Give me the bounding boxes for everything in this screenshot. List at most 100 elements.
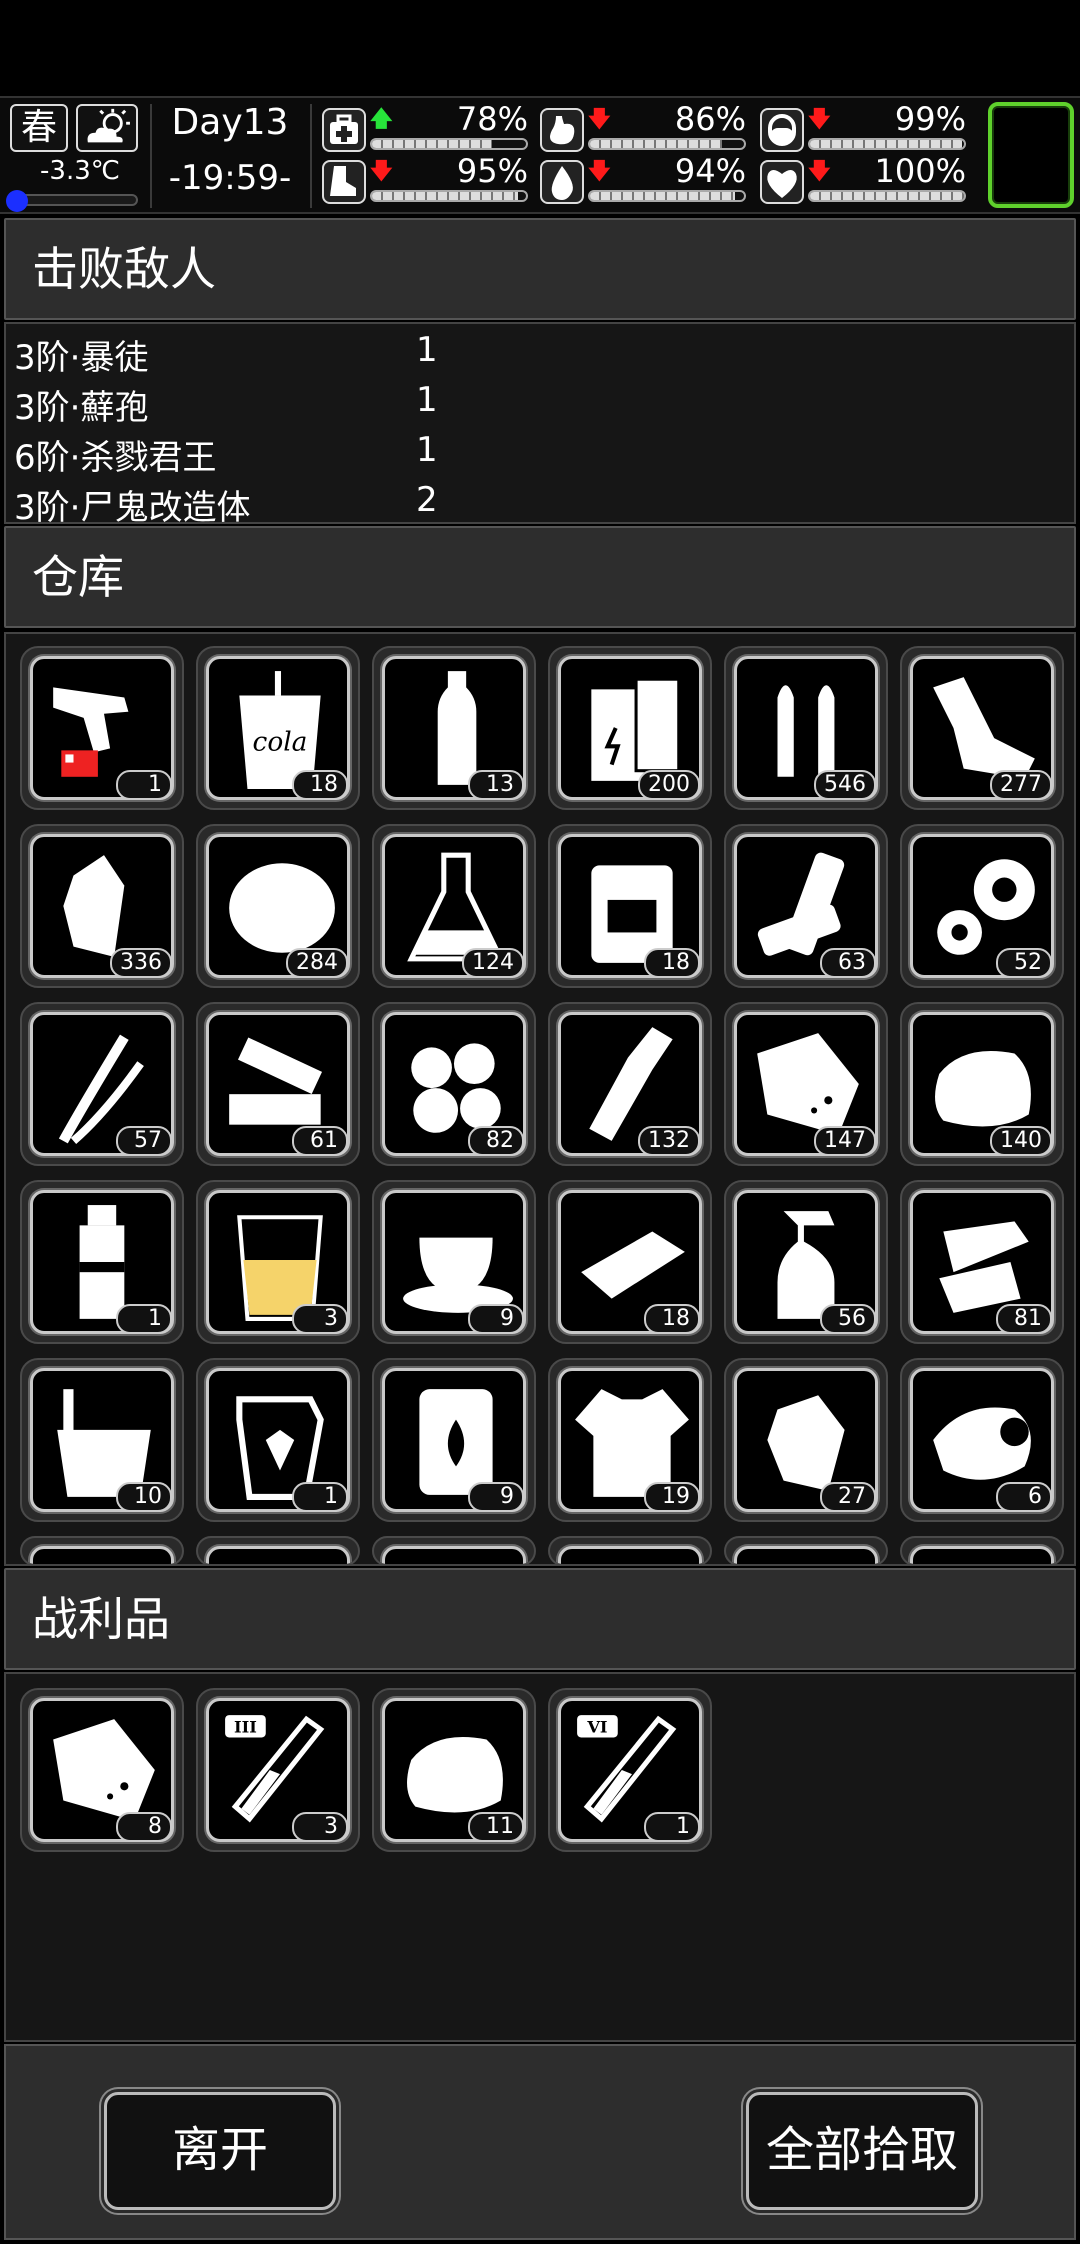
item-count: 546 bbox=[814, 770, 876, 800]
enemy-row: 3阶·尸鬼改造体 2 bbox=[14, 480, 614, 530]
stat-bar bbox=[588, 190, 746, 202]
warehouse-item-slot[interactable]: 1 bbox=[20, 646, 184, 810]
warehouse-item-slot[interactable]: 52 bbox=[900, 824, 1064, 988]
enemy-name: 6阶·杀戮君王 bbox=[14, 438, 217, 478]
warehouse-item-slot[interactable]: 13 bbox=[372, 646, 536, 810]
medkit-icon bbox=[322, 108, 366, 152]
warehouse-item-slot-hidden[interactable] bbox=[900, 1536, 1064, 1564]
item-count: 1 bbox=[116, 1304, 172, 1334]
enemy-row: 3阶·暴徒 1 bbox=[14, 330, 614, 380]
stat-bar bbox=[588, 138, 746, 150]
warehouse-item-slot[interactable]: 124 bbox=[372, 824, 536, 988]
warehouse-item-slot-hidden[interactable] bbox=[196, 1536, 360, 1564]
warehouse-item-slot[interactable]: 57 bbox=[20, 1002, 184, 1166]
trend-down-icon: 🡇 bbox=[808, 107, 831, 132]
warehouse-item-slot[interactable]: 56 bbox=[724, 1180, 888, 1344]
loot-item-slot[interactable]: III 3 bbox=[196, 1688, 360, 1852]
warehouse-item-slot[interactable]: 63 bbox=[724, 824, 888, 988]
enemy-count: 1 bbox=[416, 380, 438, 420]
item-frame bbox=[206, 1546, 350, 1564]
loot-item-slot[interactable]: 8 bbox=[20, 1688, 184, 1852]
warehouse-item-slot[interactable]: 277 bbox=[900, 646, 1064, 810]
svg-text:VI: VI bbox=[586, 1717, 607, 1736]
trend-down-icon: 🡇 bbox=[588, 107, 611, 132]
stat-bar bbox=[808, 138, 966, 150]
item-count: 9 bbox=[468, 1304, 524, 1334]
warehouse-item-slot-hidden[interactable] bbox=[724, 1536, 888, 1564]
loot-panel: 8 III 3 11 VI 1 bbox=[4, 1672, 1076, 2042]
warehouse-item-slot[interactable]: 147 bbox=[724, 1002, 888, 1166]
stat-value: 86% bbox=[674, 100, 746, 138]
item-count: 10 bbox=[116, 1482, 172, 1512]
divider bbox=[310, 104, 312, 208]
warehouse-item-slot[interactable]: cola 18 bbox=[196, 646, 360, 810]
item-count: 132 bbox=[638, 1126, 700, 1156]
stat-bar bbox=[370, 190, 528, 202]
item-count: 18 bbox=[644, 948, 700, 978]
warehouse-item-slot[interactable]: 81 bbox=[900, 1180, 1064, 1344]
warehouse-item-slot-hidden[interactable] bbox=[372, 1536, 536, 1564]
warehouse-item-slot[interactable]: 82 bbox=[372, 1002, 536, 1166]
stat-heart: 🡇 100% bbox=[760, 152, 974, 208]
item-count: 11 bbox=[468, 1812, 524, 1842]
item-count: 3 bbox=[292, 1304, 348, 1334]
trend-down-icon: 🡇 bbox=[808, 159, 831, 184]
warehouse-item-slot[interactable]: 336 bbox=[20, 824, 184, 988]
warehouse-item-slot[interactable]: 19 bbox=[548, 1358, 712, 1522]
warehouse-item-slot[interactable]: 9 bbox=[372, 1180, 536, 1344]
warehouse-item-slot[interactable]: 1 bbox=[20, 1180, 184, 1344]
item-count: 284 bbox=[286, 948, 348, 978]
item-count: 52 bbox=[996, 948, 1052, 978]
warehouse-item-slot[interactable]: 9 bbox=[372, 1358, 536, 1522]
warehouse-item-slot-hidden[interactable] bbox=[548, 1536, 712, 1564]
warehouse-item-slot[interactable]: 6 bbox=[900, 1358, 1064, 1522]
enemy-count: 2 bbox=[416, 480, 438, 520]
temperature-marker bbox=[6, 190, 28, 212]
warehouse-item-slot[interactable]: 27 bbox=[724, 1358, 888, 1522]
stat-boot: 🡇 95% bbox=[322, 152, 536, 208]
stat-bar-fill bbox=[590, 140, 723, 148]
warehouse-item-slot[interactable]: 18 bbox=[548, 1180, 712, 1344]
loot-item-slot[interactable]: VI 1 bbox=[548, 1688, 712, 1852]
warehouse-item-slot[interactable]: 10 bbox=[20, 1358, 184, 1522]
warehouse-item-slot[interactable]: 18 bbox=[548, 824, 712, 988]
stat-bar-fill bbox=[372, 192, 519, 200]
water-drop-icon bbox=[540, 160, 584, 204]
take-all-button[interactable]: 全部拾取 bbox=[746, 2092, 978, 2210]
day-counter: Day13 bbox=[171, 102, 289, 143]
pill-icon bbox=[760, 108, 804, 152]
enemy-row: 3阶·蘚孢 1 bbox=[14, 380, 614, 430]
equipment-slot[interactable] bbox=[988, 102, 1074, 208]
item-count: 57 bbox=[116, 1126, 172, 1156]
item-count: 200 bbox=[638, 770, 700, 800]
partly-cloudy-icon bbox=[76, 104, 138, 152]
defeated-list: 3阶·暴徒 1 3阶·蘚孢 1 6阶·杀戮君王 1 3阶·尸鬼改造体 2 bbox=[4, 322, 1076, 528]
svg-text:III: III bbox=[234, 1717, 257, 1736]
loot-item-slot[interactable]: 11 bbox=[372, 1688, 536, 1852]
warehouse-item-slot[interactable]: 3 bbox=[196, 1180, 360, 1344]
item-count: 18 bbox=[292, 770, 348, 800]
stomach-icon bbox=[540, 108, 584, 152]
enemy-count: 1 bbox=[416, 430, 438, 470]
game-clock: -19:59- bbox=[168, 158, 292, 198]
heart-icon bbox=[760, 160, 804, 204]
warehouse-item-slot[interactable]: 1 bbox=[196, 1358, 360, 1522]
item-count: 1 bbox=[116, 770, 172, 800]
stat-bar-fill bbox=[372, 140, 493, 148]
item-count: 18 bbox=[644, 1304, 700, 1334]
enemy-name: 3阶·蘚孢 bbox=[14, 388, 149, 428]
warehouse-item-slot-hidden[interactable] bbox=[20, 1536, 184, 1564]
warehouse-item-slot[interactable]: 546 bbox=[724, 646, 888, 810]
item-count: 124 bbox=[462, 948, 524, 978]
warehouse-item-slot[interactable]: 132 bbox=[548, 1002, 712, 1166]
warehouse-item-slot[interactable]: 284 bbox=[196, 824, 360, 988]
warehouse-item-slot[interactable]: 200 bbox=[548, 646, 712, 810]
stat-value: 95% bbox=[456, 152, 528, 190]
item-count: 27 bbox=[820, 1482, 876, 1512]
item-count: 63 bbox=[820, 948, 876, 978]
trend-down-icon: 🡇 bbox=[370, 159, 393, 184]
stat-stomach: 🡇 86% bbox=[540, 100, 754, 156]
warehouse-item-slot[interactable]: 61 bbox=[196, 1002, 360, 1166]
warehouse-item-slot[interactable]: 140 bbox=[900, 1002, 1064, 1166]
leave-button[interactable]: 离开 bbox=[104, 2092, 336, 2210]
